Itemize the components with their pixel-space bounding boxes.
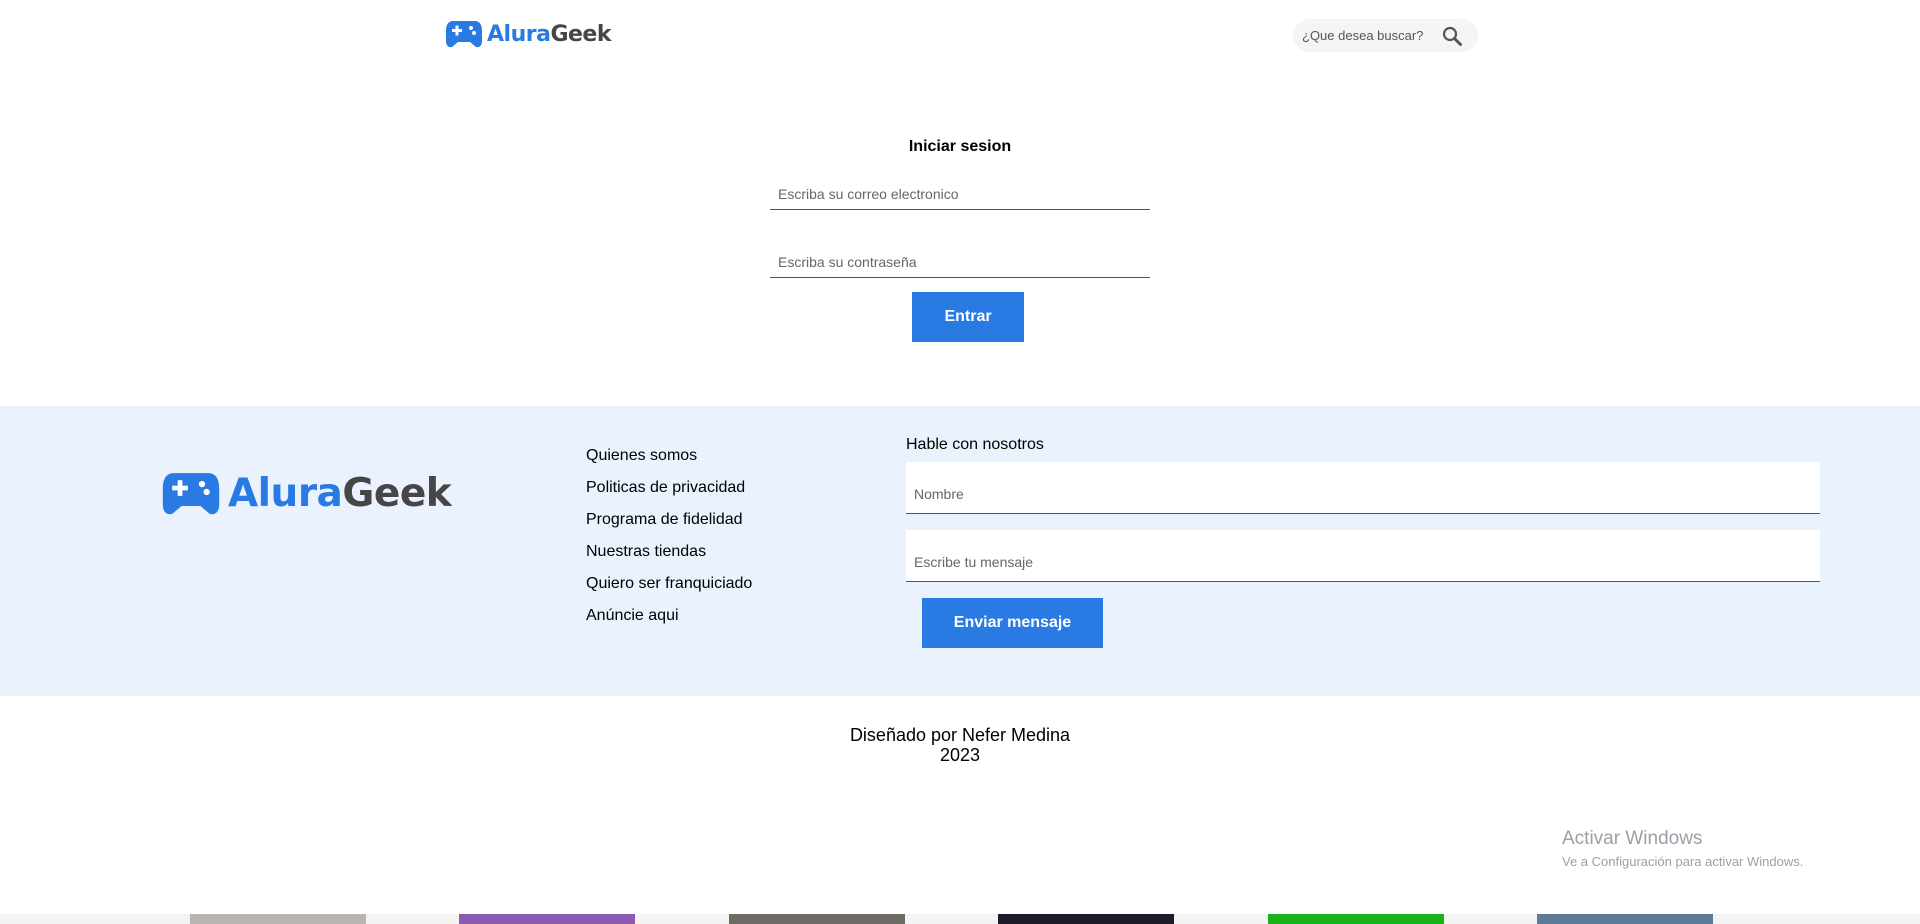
footer-link-anuncie[interactable]: Anúncie aqui	[586, 606, 752, 638]
watermark-title: Activar Windows	[1562, 828, 1703, 849]
password-field[interactable]	[770, 228, 1150, 277]
name-field-wrapper	[906, 462, 1820, 514]
windows-activation-watermark: Activar Windows Ve a Configuración para …	[1562, 828, 1803, 869]
search-bar	[1293, 19, 1478, 52]
site-header: AluraGeek	[0, 0, 1920, 72]
product-thumbnails-strip	[0, 914, 1920, 924]
login-form: Iniciar sesion Entrar	[770, 130, 1150, 342]
name-field[interactable]	[906, 462, 1820, 513]
contact-form: Hable con nosotros Enviar mensaje	[906, 436, 1820, 648]
footer-link-fidelidad[interactable]: Programa de fidelidad	[586, 510, 752, 542]
send-message-button[interactable]: Enviar mensaje	[922, 598, 1103, 648]
gamepad-icon	[162, 473, 220, 515]
product-thumb[interactable]	[729, 914, 905, 924]
message-field[interactable]	[906, 530, 1820, 581]
login-button[interactable]: Entrar	[912, 292, 1024, 342]
product-thumb[interactable]	[1537, 914, 1713, 924]
logo-text: AluraGeek	[487, 21, 611, 47]
login-title: Iniciar sesion	[908, 138, 1012, 155]
gamepad-icon	[446, 21, 482, 48]
search-input[interactable]	[1302, 28, 1437, 43]
watermark-subtitle: Ve a Configuración para activar Windows.	[1562, 854, 1804, 869]
product-thumb[interactable]	[998, 914, 1174, 924]
contact-title: Hable con nosotros	[906, 436, 1044, 453]
credits-year: 2023	[939, 745, 981, 765]
search-icon[interactable]	[1442, 26, 1462, 46]
site-footer: AluraGeek Quienes somos Politicas de pri…	[0, 406, 1920, 696]
product-thumb[interactable]	[1268, 914, 1444, 924]
password-field-wrapper	[770, 228, 1150, 278]
credits: Diseñado por Nefer Medina 2023	[0, 725, 1920, 765]
page: AluraGeek Iniciar sesion Entrar	[0, 0, 1920, 924]
message-field-wrapper	[906, 530, 1820, 582]
product-thumb[interactable]	[190, 914, 366, 924]
footer-logo[interactable]: AluraGeek	[160, 470, 452, 517]
footer-link-tiendas[interactable]: Nuestras tiendas	[586, 542, 752, 574]
product-thumb[interactable]	[459, 914, 635, 924]
email-field[interactable]	[770, 160, 1150, 209]
footer-links: Quienes somos Politicas de privacidad Pr…	[586, 446, 752, 638]
credits-author: Diseñado por Nefer Medina	[849, 725, 1071, 745]
logo-text: AluraGeek	[228, 471, 452, 516]
header-logo[interactable]: AluraGeek	[445, 19, 611, 49]
footer-link-politicas[interactable]: Politicas de privacidad	[586, 478, 752, 510]
footer-link-quienes-somos[interactable]: Quienes somos	[586, 446, 752, 478]
email-field-wrapper	[770, 160, 1150, 210]
footer-link-franquiciado[interactable]: Quiero ser franquiciado	[586, 574, 752, 606]
